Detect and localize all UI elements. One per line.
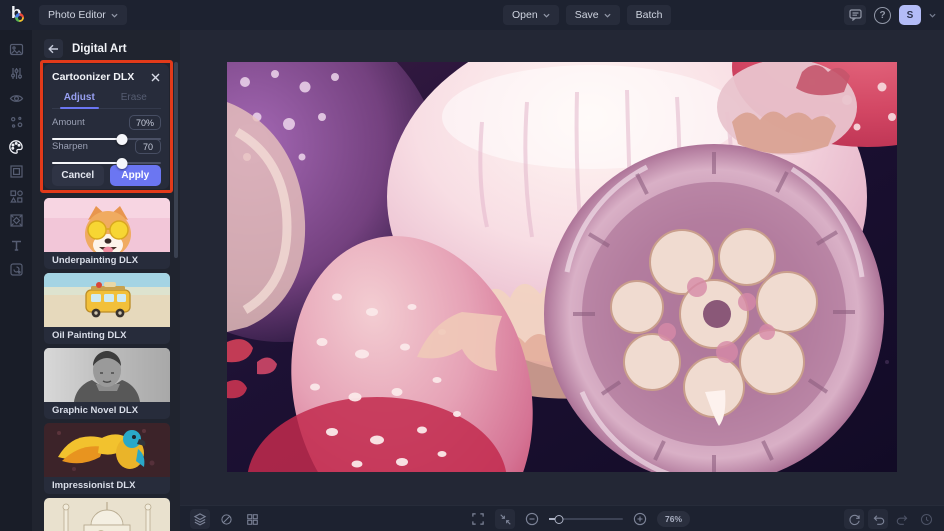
sidebar-item-frames[interactable] (4, 160, 28, 185)
effect-impressionist-dlx[interactable]: Impressionist DLX (44, 423, 170, 494)
save-button[interactable]: Save (566, 5, 620, 25)
cartoonizer-tool-card: Cartoonizer DLX Adjust Erase Amount 70% … (44, 64, 169, 189)
image-manager-button[interactable] (242, 509, 262, 529)
undo-button[interactable] (868, 509, 888, 529)
app-logo[interactable]: b (9, 5, 29, 25)
chevron-down-icon (111, 13, 118, 18)
apply-button[interactable]: Apply (110, 165, 162, 186)
underpainting-thumbnail (44, 198, 170, 252)
panel-title: Digital Art (72, 43, 127, 55)
taj-mahal-thumbnail (44, 498, 170, 531)
user-avatar[interactable]: S (899, 5, 921, 25)
texture-icon (9, 262, 24, 277)
sidebar-item-text[interactable] (4, 233, 28, 258)
close-tool-button[interactable] (150, 72, 161, 83)
sidebar-item-image-editor[interactable] (4, 37, 28, 62)
refresh-icon (848, 513, 861, 526)
arrow-left-icon (48, 44, 59, 54)
effect-oil-painting-dlx[interactable]: Oil Painting DLX (44, 273, 170, 344)
chat-bubble-icon (849, 9, 862, 21)
sidebar-item-graphics[interactable] (4, 209, 28, 234)
impressionist-thumbnail (44, 423, 170, 477)
sharpen-slider-handle[interactable] (116, 158, 127, 169)
link-slash-icon (220, 513, 233, 526)
eye-icon (9, 91, 24, 106)
history-button[interactable] (916, 509, 936, 529)
sidebar-item-overlays[interactable] (4, 184, 28, 209)
logo-color-ring (15, 13, 24, 22)
ornate-frame-icon (9, 213, 24, 228)
history-clock-icon (920, 513, 933, 526)
fullscreen-icon (471, 512, 485, 526)
thumb-label: Graphic Novel DLX (44, 402, 170, 419)
text-icon (9, 238, 24, 253)
tab-erase[interactable]: Erase (107, 88, 162, 108)
grid-icon (246, 513, 259, 526)
batch-button[interactable]: Batch (627, 5, 672, 25)
sidebar-item-artsy[interactable] (4, 135, 28, 160)
tool-rail (0, 30, 32, 531)
palette-icon (8, 139, 24, 155)
chevron-down-icon (604, 13, 611, 18)
digital-art-panel: Digital Art Cartoonizer DLX Adjust Erase… (32, 30, 180, 531)
thumb-label: Oil Painting DLX (44, 327, 170, 344)
redo-icon (896, 513, 909, 526)
photo-editor-menu[interactable]: Photo Editor (39, 5, 127, 25)
redo-button[interactable] (892, 509, 912, 529)
amount-value[interactable]: 70% (129, 115, 161, 130)
fit-screen-icon (499, 513, 512, 526)
bottom-toolbar: 76% (180, 505, 944, 531)
minus-circle-icon (525, 512, 539, 526)
effect-graphic-novel-dlx[interactable]: Graphic Novel DLX (44, 348, 170, 419)
back-button[interactable] (44, 39, 63, 58)
canvas-image[interactable] (227, 62, 897, 472)
chevron-down-icon (543, 13, 550, 18)
cancel-button[interactable]: Cancel (52, 165, 104, 186)
reset-button[interactable] (844, 509, 864, 529)
sidebar-item-adjustments[interactable] (4, 62, 28, 87)
tool-title: Cartoonizer DLX (52, 71, 134, 83)
close-icon (151, 73, 160, 82)
help-button[interactable]: ? (874, 7, 891, 24)
zoom-out-button[interactable] (522, 509, 542, 529)
zoom-in-button[interactable] (630, 509, 650, 529)
feedback-button[interactable] (844, 5, 866, 25)
zoom-slider[interactable] (549, 513, 623, 525)
layers-icon (193, 512, 207, 526)
sliders-icon (9, 66, 24, 81)
thumb-label: Impressionist DLX (44, 477, 170, 494)
tool-tabs: Adjust Erase (52, 88, 161, 109)
plus-circle-icon (633, 512, 647, 526)
effect-taj-mahal[interactable] (44, 498, 170, 531)
zoom-level-badge[interactable]: 76% (657, 511, 690, 527)
thumb-label: Underpainting DLX (44, 252, 170, 269)
panel-scrollbar[interactable] (174, 62, 178, 258)
oil-painting-thumbnail (44, 273, 170, 327)
zoom-slider-handle[interactable] (554, 515, 563, 524)
amount-slider-handle[interactable] (116, 134, 127, 145)
sidebar-item-touch-up[interactable] (4, 86, 28, 111)
undo-icon (872, 513, 885, 526)
frame-icon (9, 164, 24, 179)
fit-to-screen-button[interactable] (495, 509, 515, 529)
sharpen-value[interactable]: 70 (135, 139, 161, 154)
shapes-icon (9, 189, 24, 204)
graphic-novel-thumbnail (44, 348, 170, 402)
top-bar: b Photo Editor Open Save Batch ? S (0, 0, 944, 30)
sidebar-item-effects[interactable] (4, 111, 28, 136)
sidebar-item-textures[interactable] (4, 258, 28, 283)
canvas-area (180, 30, 944, 505)
amount-label: Amount (52, 117, 85, 128)
fullscreen-button[interactable] (468, 509, 488, 529)
link-button[interactable] (216, 509, 236, 529)
tab-adjust[interactable]: Adjust (52, 88, 107, 108)
account-chevron-icon[interactable] (929, 13, 936, 18)
sparkle-dots-icon (9, 115, 24, 130)
layers-button[interactable] (190, 509, 210, 529)
open-button[interactable]: Open (503, 5, 559, 25)
effect-underpainting-dlx[interactable]: Underpainting DLX (44, 198, 170, 269)
photo-editor-label: Photo Editor (48, 9, 106, 21)
sharpen-label: Sharpen (52, 141, 88, 152)
image-icon (9, 42, 24, 57)
